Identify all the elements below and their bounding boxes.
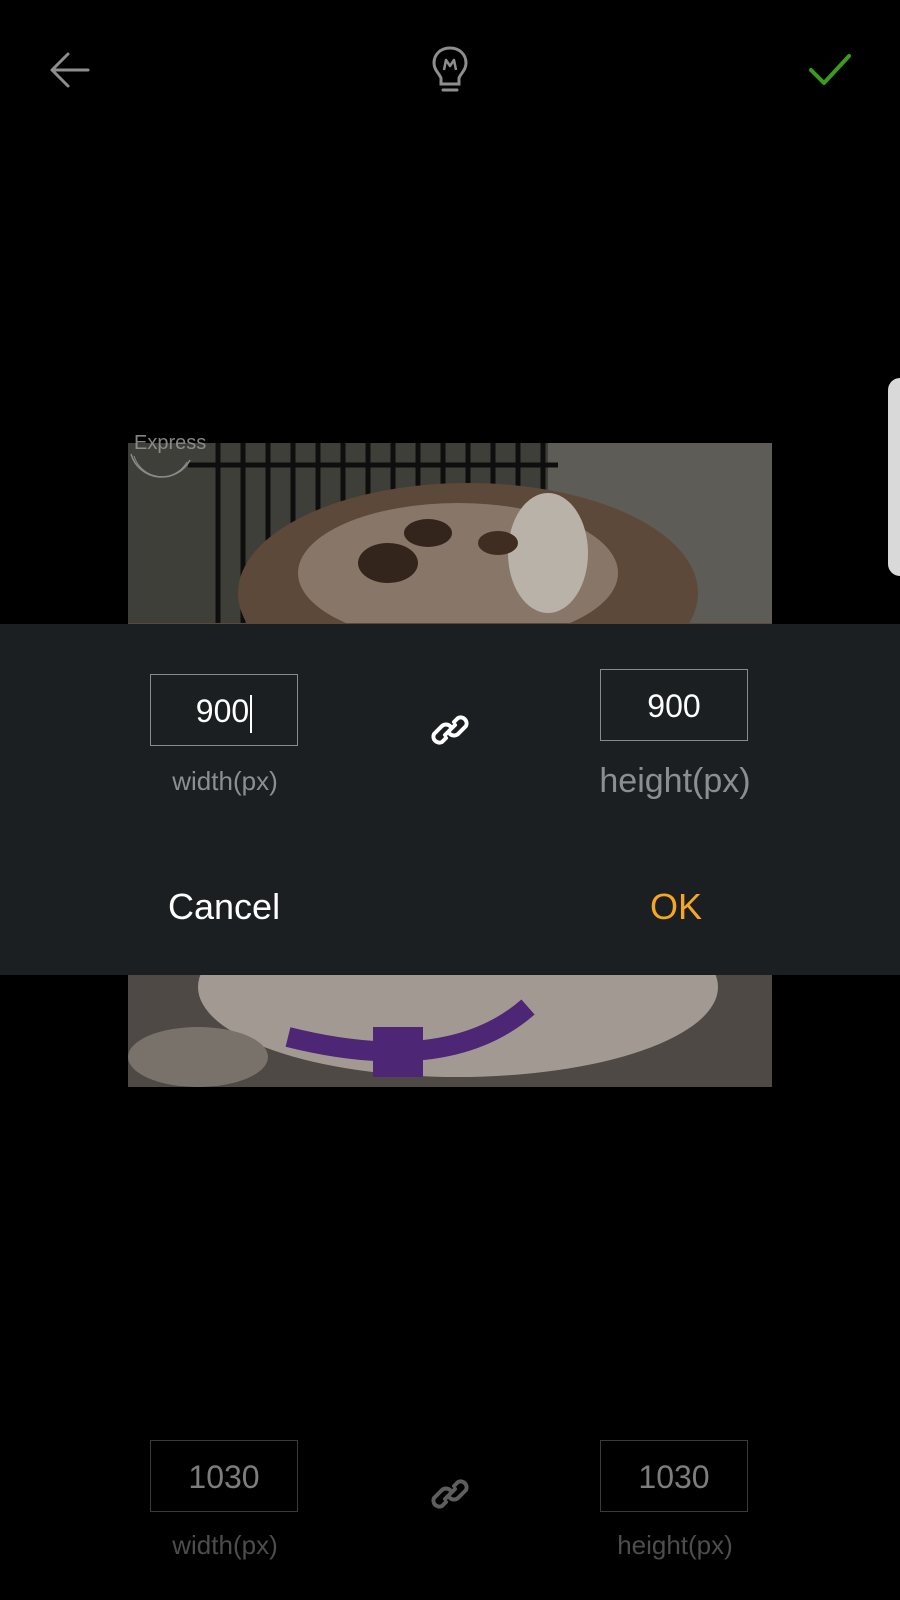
bg-link-chain-icon xyxy=(431,1479,469,1509)
lightbulb-icon xyxy=(432,46,468,92)
edge-panel-handle[interactable] xyxy=(888,378,900,576)
watermark: Express xyxy=(128,432,206,486)
resize-dialog: 900 width(px) 900 height(px) Cancel OK xyxy=(0,624,900,975)
width-input-value: 900 xyxy=(195,693,250,729)
ok-button[interactable]: OK xyxy=(650,886,702,928)
arrow-left-icon xyxy=(50,52,90,88)
confirm-button[interactable] xyxy=(800,40,860,100)
top-toolbar xyxy=(0,0,900,140)
width-input[interactable]: 900 xyxy=(150,674,298,746)
bg-height-label: height(px) xyxy=(617,1530,733,1560)
back-button[interactable] xyxy=(40,40,100,100)
dog-collar xyxy=(128,967,772,1087)
height-input[interactable]: 900 xyxy=(600,669,748,741)
watermark-arc xyxy=(130,453,191,478)
checkmark-icon xyxy=(809,54,851,85)
bg-width-input: 1030 xyxy=(150,1440,298,1512)
bg-width-value: 1030 xyxy=(188,1459,260,1495)
width-label: width(px) xyxy=(172,766,278,796)
bg-height-value: 1030 xyxy=(638,1459,710,1495)
bg-height-input: 1030 xyxy=(600,1440,748,1512)
link-chain-icon[interactable] xyxy=(428,708,472,752)
cage-bars xyxy=(128,443,772,623)
bg-width-label: width(px) xyxy=(172,1530,278,1560)
tips-button[interactable] xyxy=(420,40,480,100)
text-cursor xyxy=(250,694,253,733)
height-input-value: 900 xyxy=(647,688,701,724)
cancel-button[interactable]: Cancel xyxy=(168,886,280,928)
height-label: height(px) xyxy=(599,762,751,800)
